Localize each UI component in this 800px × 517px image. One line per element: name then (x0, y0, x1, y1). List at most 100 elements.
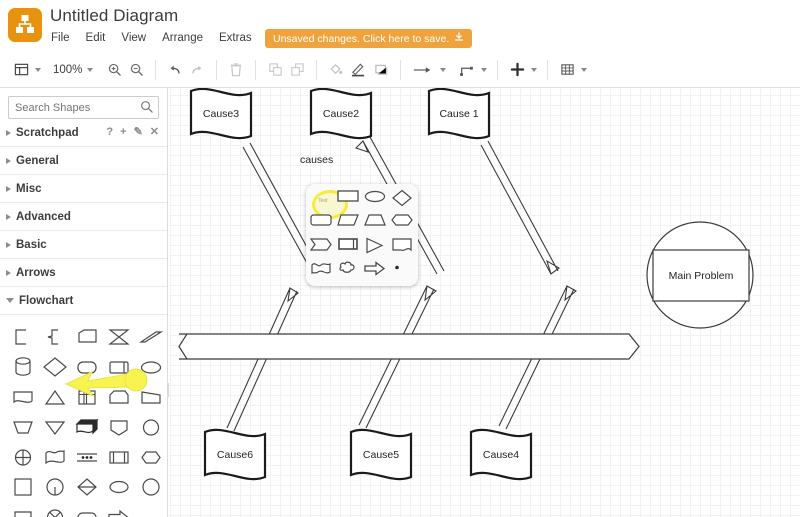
picker-diamond[interactable] (391, 189, 417, 212)
shape-rounded-doc[interactable] (8, 503, 38, 517)
redo-icon[interactable] (186, 58, 208, 82)
shape-database[interactable] (8, 353, 38, 381)
shape-dots-process[interactable] (72, 443, 102, 471)
connection-dropdown-caret[interactable] (440, 67, 447, 72)
picker-hexagon[interactable] (391, 213, 417, 236)
plus-icon[interactable]: + (120, 126, 126, 138)
shape-card[interactable] (72, 323, 102, 351)
search-input[interactable] (8, 96, 159, 119)
waypoint-icon[interactable] (456, 58, 478, 82)
menu-file[interactable]: File (50, 31, 71, 45)
main-problem-node[interactable]: Main Problem (646, 221, 754, 329)
cause-node-bottom-4[interactable]: Cause4 (469, 428, 533, 481)
picker-cloud[interactable] (337, 261, 363, 284)
shape-sort-diamond[interactable] (72, 473, 102, 501)
zoom-level-label[interactable]: 100% (51, 64, 84, 76)
edit-pencil-icon[interactable]: ✎ (134, 125, 143, 138)
cause-node-top-1[interactable]: Cause 1 (427, 88, 491, 140)
zoom-dropdown-caret[interactable] (87, 67, 94, 72)
zoom-out-icon[interactable] (125, 58, 147, 82)
line-color-icon[interactable] (347, 58, 370, 82)
shadow-icon[interactable] (370, 58, 392, 82)
edge-label-causes: causes (300, 154, 333, 166)
menu-view[interactable]: View (120, 31, 147, 45)
picker-rectangle[interactable] (337, 189, 363, 212)
sidebar-item-misc[interactable]: Misc (0, 175, 167, 203)
shape-stadium[interactable] (72, 503, 102, 517)
spine-arrow[interactable] (178, 333, 640, 360)
shape-process[interactable] (8, 473, 38, 501)
picker-parallelogram[interactable] (337, 213, 363, 236)
shape-collate[interactable] (104, 323, 134, 351)
cause-node-bottom-5[interactable]: Cause5 (349, 428, 413, 481)
sidebar-item-scratchpad[interactable]: Scratchpad ? + ✎ ✕ (0, 119, 167, 147)
shape-summing-junction[interactable] (8, 443, 38, 471)
picker-callout-document[interactable] (391, 237, 417, 260)
unsaved-changes-save-button[interactable]: Unsaved changes. Click here to save. (265, 29, 473, 48)
shape-x-circle[interactable] (40, 503, 70, 517)
picker-internal-storage[interactable] (337, 237, 363, 260)
sidebar-item-advanced[interactable]: Advanced (0, 203, 167, 231)
connection-arrow-icon[interactable] (409, 58, 437, 82)
chevron-right-icon (6, 129, 11, 136)
picker-text-shape[interactable]: Text (310, 189, 348, 219)
picker-dot[interactable] (391, 261, 417, 284)
shape-brace-left[interactable] (40, 323, 70, 351)
bone-cause1 (480, 140, 560, 275)
fill-color-icon[interactable] (325, 58, 347, 82)
close-icon[interactable]: ✕ (150, 125, 159, 138)
picker-ellipse[interactable] (364, 189, 390, 212)
sidebar-item-arrows[interactable]: Arrows (0, 259, 167, 287)
menu-extras[interactable]: Extras (218, 31, 253, 45)
bring-to-front-icon[interactable] (264, 58, 286, 82)
table-dropdown-caret[interactable] (581, 67, 588, 72)
shape-arrow-right[interactable] (104, 503, 134, 517)
picker-wave[interactable] (310, 261, 336, 284)
zoom-in-icon[interactable] (103, 58, 125, 82)
shape-manual-operation[interactable] (8, 413, 38, 441)
main-toolbar: 100% (0, 52, 800, 88)
insert-dropdown-caret[interactable] (531, 67, 538, 72)
send-to-back-icon[interactable] (286, 58, 308, 82)
picker-arrow-pentagon[interactable] (310, 237, 336, 260)
picker-rounded-rectangle[interactable] (310, 213, 336, 236)
menu-edit[interactable]: Edit (85, 31, 107, 45)
shape-picker-popup[interactable]: Text (306, 184, 418, 286)
sidebar-item-label: Misc (16, 182, 42, 195)
cause-node-top-3[interactable]: Cause3 (189, 88, 253, 140)
view-dropdown-caret[interactable] (35, 67, 41, 72)
diagram-canvas[interactable]: Cause3 Cause2 Cause 1 Cause6 Cause5 Caus… (169, 88, 800, 517)
cause-node-bottom-6[interactable]: Cause6 (203, 428, 267, 481)
menu-arrange[interactable]: Arrange (161, 31, 204, 45)
picker-arrow-right[interactable] (364, 261, 390, 284)
trash-icon[interactable] (225, 58, 247, 82)
shape-display-down[interactable] (104, 413, 134, 441)
sidebar-item-general[interactable]: General (0, 147, 167, 175)
shape-parallelogram[interactable] (136, 323, 166, 351)
shape-inverted-triangle[interactable] (40, 413, 70, 441)
shape-bracket-left[interactable] (8, 323, 38, 351)
shape-predefined-process[interactable] (104, 443, 134, 471)
shape-or-circle[interactable] (40, 473, 70, 501)
shape-oval[interactable] (104, 473, 134, 501)
shape-stored-data-3d[interactable] (72, 413, 102, 441)
sidebar-item-basic[interactable]: Basic (0, 231, 167, 259)
view-layout-icon[interactable] (10, 58, 32, 82)
cause-node-top-2[interactable]: Cause2 (309, 88, 373, 140)
flowchart-shape-palette (0, 315, 167, 517)
shape-hexagon[interactable] (136, 443, 166, 471)
shape-circle[interactable] (136, 413, 166, 441)
picker-triangle-right[interactable] (364, 237, 390, 260)
shape-circle-2[interactable] (136, 473, 166, 501)
sidebar-item-flowchart[interactable]: Flowchart (0, 287, 167, 315)
chevron-right-icon (6, 157, 11, 164)
waypoint-dropdown-caret[interactable] (481, 67, 488, 72)
insert-plus-icon[interactable] (506, 58, 528, 82)
help-icon[interactable]: ? (106, 126, 113, 138)
picker-trapezoid[interactable] (364, 213, 390, 236)
table-icon[interactable] (556, 58, 578, 82)
undo-icon[interactable] (164, 58, 186, 82)
shape-wave-document[interactable] (40, 443, 70, 471)
search-icon[interactable] (140, 100, 153, 118)
shape-document[interactable] (8, 383, 38, 411)
